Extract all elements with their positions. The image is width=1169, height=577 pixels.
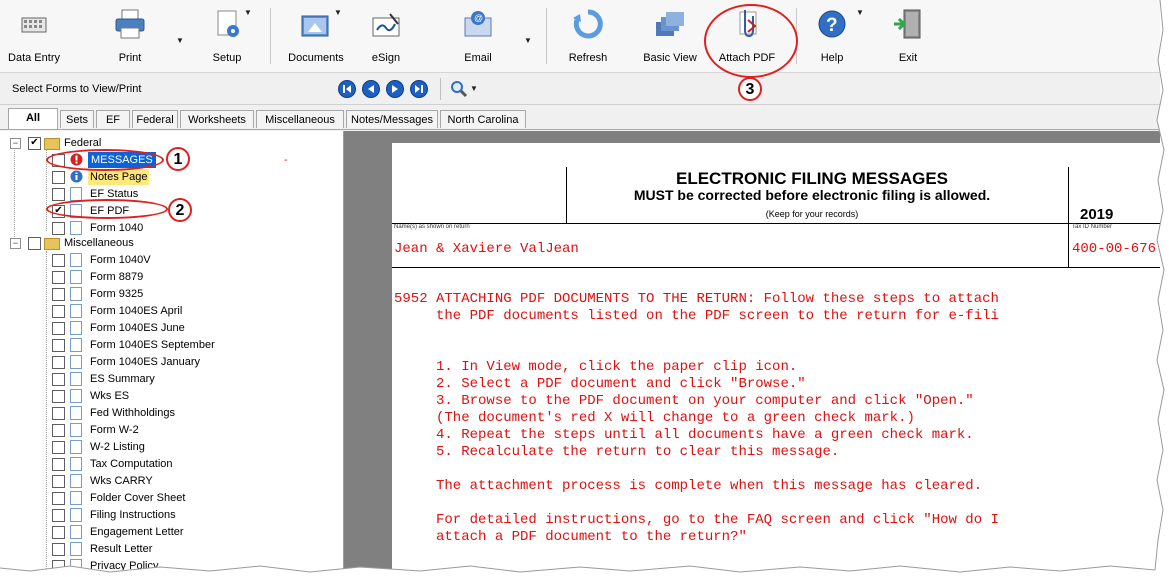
torn-edge-frame [0, 0, 1169, 577]
